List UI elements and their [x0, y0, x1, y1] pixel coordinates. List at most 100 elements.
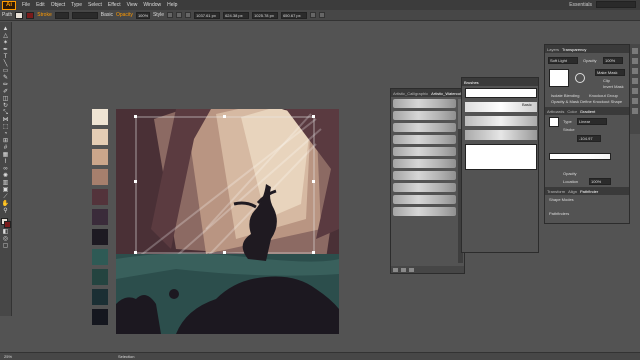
workspace-switcher[interactable]: Essentials	[569, 2, 592, 8]
tab-layers[interactable]: Layers	[547, 47, 559, 52]
opacity-label-panel: Opacity	[583, 58, 597, 63]
stroke-swatch[interactable]	[26, 11, 35, 19]
blend-mode-select[interactable]: Soft Light	[548, 57, 578, 64]
style-swatch-icon[interactable]	[167, 12, 174, 18]
brush-row-6[interactable]	[393, 159, 456, 168]
brush-row-2[interactable]	[393, 111, 456, 120]
selection-type: Path	[2, 12, 13, 18]
swatch-9[interactable]	[92, 269, 108, 285]
menu-view[interactable]: View	[124, 2, 141, 8]
transparency-tabs: Layers Transparency	[545, 45, 629, 53]
opacity-mask-checkbox[interactable]: Opacity & Mask Define Knockout Shape	[551, 99, 622, 104]
tab-transparency[interactable]: Transparency	[562, 47, 586, 52]
swatch-1[interactable]	[92, 109, 108, 125]
appearance-panel-icon[interactable]	[632, 98, 638, 104]
transform-icon[interactable]	[185, 12, 192, 18]
tab-pathfinder[interactable]: Pathfinder	[580, 189, 598, 194]
opacity-field-panel[interactable]: 100%	[603, 57, 623, 64]
menu-effect[interactable]: Effect	[105, 2, 124, 8]
tab-brushes[interactable]: Brushes	[464, 80, 479, 85]
right-dock: Layers Transparency Soft Light Opacity 1…	[544, 44, 630, 224]
object-thumbnail	[549, 69, 569, 87]
brush-row-8[interactable]	[393, 183, 456, 192]
width-field[interactable]: 1025.78 px	[252, 11, 279, 19]
menu-select[interactable]: Select	[85, 2, 105, 8]
menu-window[interactable]: Window	[140, 2, 164, 8]
clip-label[interactable]: Clip	[603, 78, 610, 83]
swatch-6[interactable]	[92, 209, 108, 225]
swatch-7[interactable]	[92, 229, 108, 245]
menu-more-icon[interactable]	[319, 12, 326, 18]
menu-object[interactable]: Object	[48, 2, 68, 8]
make-mask-button[interactable]: Make Mask	[595, 69, 625, 76]
opacity-field[interactable]: 100%	[135, 11, 150, 19]
app-logo: Ai	[2, 0, 16, 10]
swatch-3[interactable]	[92, 149, 108, 165]
tab-transform[interactable]: Transform	[547, 189, 565, 194]
zoom-level[interactable]: 25%	[4, 354, 12, 359]
swatch-4[interactable]	[92, 169, 108, 185]
invert-mask-label[interactable]: Invert Mask	[603, 84, 624, 89]
brush-row-3[interactable]	[393, 123, 456, 132]
isolate-icon[interactable]	[310, 12, 317, 18]
gradient-type-label: Type	[563, 119, 572, 124]
library-menu-icon[interactable]	[393, 267, 398, 272]
y-field[interactable]: 624.38 px	[223, 11, 250, 19]
tab-artboards[interactable]: Artboards	[547, 109, 564, 114]
swatch-2[interactable]	[92, 129, 108, 145]
fill-swatch[interactable]	[15, 11, 24, 19]
stroke-panel-icon[interactable]	[632, 88, 638, 94]
brush-preview	[465, 144, 537, 170]
tab-gradient[interactable]: Gradient	[580, 109, 595, 114]
stroke-label[interactable]: Stroke	[37, 12, 51, 18]
gradient-type-select[interactable]: Linear	[577, 118, 607, 125]
swatch-5[interactable]	[92, 189, 108, 205]
brush-row-10[interactable]	[393, 207, 456, 216]
color-swatches	[92, 109, 108, 325]
tab-watercolor[interactable]: Artistic_Watercolor	[431, 91, 464, 96]
symbols-panel-icon[interactable]	[632, 78, 638, 84]
tab-color[interactable]: Color	[567, 109, 577, 114]
swatch-11[interactable]	[92, 309, 108, 325]
tab-calligraphic[interactable]: Artistic_Calligraphic	[393, 91, 428, 96]
search-input[interactable]	[596, 1, 636, 8]
knockout-group-checkbox[interactable]: Knockout Group	[589, 93, 618, 98]
menu-bar: Ai File Edit Object Type Select Effect V…	[0, 0, 640, 10]
brush-row-4[interactable]	[393, 135, 456, 144]
brush-row-b[interactable]	[465, 116, 537, 126]
height-field[interactable]: 650.67 px	[281, 11, 308, 19]
canvas[interactable]: Artistic_Calligraphic Artistic_Watercolo…	[0, 22, 640, 352]
brushes-panel-icon[interactable]	[632, 68, 638, 74]
menu-edit[interactable]: Edit	[33, 2, 48, 8]
isolate-blending-checkbox[interactable]: Isolate Blending	[551, 93, 579, 98]
x-field[interactable]: 1037.61 px	[194, 11, 221, 19]
stroke-weight-field[interactable]	[54, 11, 69, 19]
brush-row-1[interactable]	[393, 99, 456, 108]
artwork-illustration[interactable]	[116, 109, 339, 334]
swatch-10[interactable]	[92, 289, 108, 305]
gradient-angle-field[interactable]: -104.97	[577, 135, 601, 142]
color-panel-icon[interactable]	[632, 48, 638, 54]
opacity-label[interactable]: Opacity	[116, 12, 133, 18]
prev-library-icon[interactable]	[401, 267, 406, 272]
swatch-8[interactable]	[92, 249, 108, 265]
menu-help[interactable]: Help	[164, 2, 180, 8]
brush-panel-footer	[391, 266, 464, 273]
align-icon[interactable]	[176, 12, 183, 18]
gradient-slider[interactable]	[549, 153, 611, 160]
brush-row-c[interactable]	[465, 130, 537, 140]
brush-row-9[interactable]	[393, 195, 456, 204]
brush-presets-strip[interactable]	[465, 88, 537, 98]
gradient-thumbnail[interactable]	[549, 117, 559, 127]
gradient-location-field[interactable]: 100%	[589, 178, 611, 185]
artwork-svg	[116, 109, 339, 334]
brush-row-5[interactable]	[393, 147, 456, 156]
tab-align[interactable]: Align	[568, 189, 577, 194]
brush-definition[interactable]	[71, 11, 98, 19]
brush-row-7[interactable]	[393, 171, 456, 180]
layers-panel-icon[interactable]	[632, 108, 638, 114]
menu-type[interactable]: Type	[68, 2, 85, 8]
next-library-icon[interactable]	[409, 267, 414, 272]
swatches-panel-icon[interactable]	[632, 58, 638, 64]
menu-file[interactable]: File	[19, 2, 33, 8]
